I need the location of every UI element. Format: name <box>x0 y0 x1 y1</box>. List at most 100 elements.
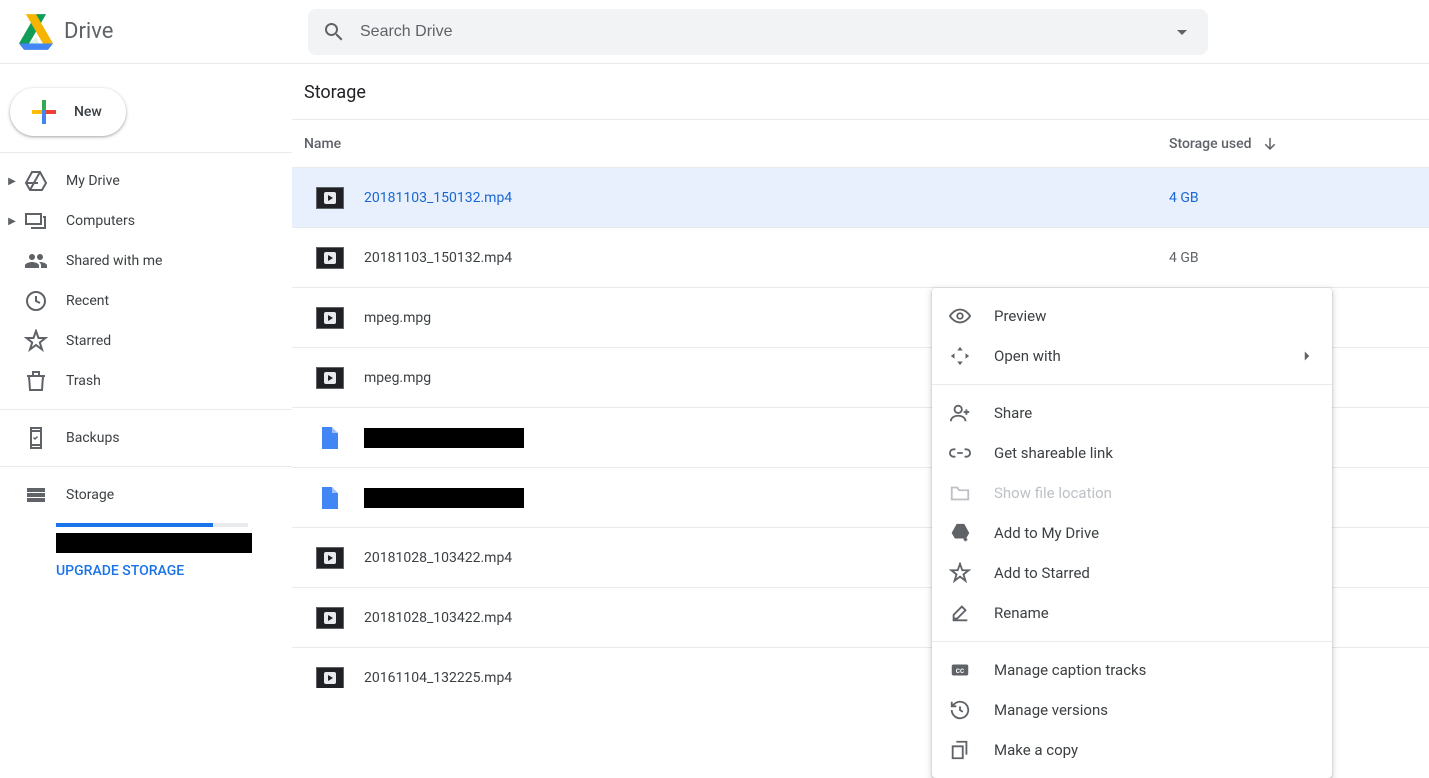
video-file-icon <box>316 307 344 329</box>
star-icon <box>24 329 48 353</box>
storage-icon <box>24 483 48 507</box>
context-menu-item-star[interactable]: Add to Starred <box>932 553 1332 593</box>
main-content: Storage Name Storage used 20181103_15013… <box>292 64 1429 725</box>
sidebar-item-computers[interactable]: ▶ Computers <box>0 201 292 241</box>
cc-icon: CC <box>948 658 972 682</box>
sidebar-item-star[interactable]: ▶Starred <box>0 321 292 361</box>
chevron-right-icon: ▶ <box>2 176 22 187</box>
shared-icon <box>24 249 48 273</box>
file-name-redacted <box>364 488 524 508</box>
svg-text:CC: CC <box>956 667 964 675</box>
context-menu-item-pencil[interactable]: Rename <box>932 593 1332 633</box>
header: Drive <box>0 0 1429 64</box>
video-file-icon <box>316 187 344 209</box>
drive-icon <box>24 169 48 193</box>
video-file-icon <box>316 367 344 389</box>
context-menu-item-link[interactable]: Get shareable link <box>932 433 1332 473</box>
file-name-redacted <box>364 428 524 448</box>
sidebar-item-drive[interactable]: ▶ My Drive <box>0 161 292 201</box>
sidebar-item-label: Starred <box>66 333 111 349</box>
upgrade-storage-link[interactable]: UPGRADE STORAGE <box>56 563 292 579</box>
sidebar-item-shared[interactable]: ▶Shared with me <box>0 241 292 281</box>
context-menu-label: Show file location <box>994 484 1316 502</box>
link-icon <box>948 441 972 465</box>
sidebar-item-trash[interactable]: ▶Trash <box>0 361 292 401</box>
search-bar[interactable] <box>308 9 1208 55</box>
context-menu-label: Manage versions <box>994 701 1316 719</box>
file-size: 4 GB <box>1169 250 1429 266</box>
sidebar-item-recent[interactable]: ▶Recent <box>0 281 292 321</box>
context-menu-label: Preview <box>994 307 1316 325</box>
sidebar-item-label: Shared with me <box>66 253 162 269</box>
context-menu-label: Share <box>994 404 1316 422</box>
context-menu-item-history[interactable]: Manage versions <box>932 690 1332 730</box>
context-menu: Preview Open with Share Get shareable link S… <box>932 288 1332 778</box>
document-file-icon <box>322 427 338 449</box>
plus-icon <box>26 94 62 130</box>
context-menu-divider <box>932 384 1332 385</box>
sidebar-item-backups[interactable]: Backups <box>0 418 292 458</box>
context-menu-label: Rename <box>994 604 1316 622</box>
context-menu-divider <box>932 641 1332 642</box>
copy-icon <box>948 738 972 762</box>
backups-icon <box>24 426 48 450</box>
pencil-icon <box>948 601 972 625</box>
context-menu-item-copy[interactable]: Make a copy <box>932 730 1332 770</box>
new-button-label: New <box>74 104 102 120</box>
video-file-icon <box>316 547 344 569</box>
column-name[interactable]: Name <box>304 136 1169 152</box>
storage-bar <box>56 523 248 527</box>
column-size[interactable]: Storage used <box>1169 135 1429 153</box>
context-menu-item-drive-add[interactable]: Add to My Drive <box>932 513 1332 553</box>
context-menu-label: Add to My Drive <box>994 524 1316 542</box>
file-name: 20181103_150132.mp4 <box>364 190 1169 206</box>
dropdown-icon[interactable] <box>1170 20 1194 44</box>
file-size: 4 GB <box>1169 190 1429 206</box>
context-menu-item-eye[interactable]: Preview <box>932 296 1332 336</box>
history-icon <box>948 698 972 722</box>
file-row[interactable]: 20181103_150132.mp44 GB <box>292 168 1429 228</box>
sidebar-item-label: Recent <box>66 293 109 309</box>
person-add-icon <box>948 401 972 425</box>
sidebar-item-label: My Drive <box>66 173 120 189</box>
drive-add-icon <box>948 521 972 545</box>
sort-arrow-down-icon <box>1261 135 1279 153</box>
context-menu-label: Add to Starred <box>994 564 1316 582</box>
drive-logo-icon <box>16 12 56 52</box>
video-file-icon <box>316 247 344 269</box>
context-menu-item-folder: Show file location <box>932 473 1332 513</box>
eye-icon <box>948 304 972 328</box>
file-name: 20181103_150132.mp4 <box>364 250 1169 266</box>
sidebar: New ▶ My Drive ▶ Computers ▶Shared with me▶R… <box>0 64 292 725</box>
context-menu-item-person-add[interactable]: Share <box>932 393 1332 433</box>
video-file-icon <box>316 667 344 689</box>
folder-icon <box>948 481 972 505</box>
recent-icon <box>24 289 48 313</box>
context-menu-label: Manage caption tracks <box>994 661 1316 679</box>
open-with-icon <box>948 344 972 368</box>
context-menu-item-open-with[interactable]: Open with <box>932 336 1332 376</box>
new-button[interactable]: New <box>10 88 126 136</box>
sidebar-item-storage[interactable]: Storage <box>0 475 292 515</box>
chevron-right-icon <box>1298 347 1316 365</box>
storage-usage-redacted <box>56 533 252 553</box>
logo[interactable]: Drive <box>16 12 308 52</box>
search-icon <box>322 20 346 44</box>
computers-icon <box>24 209 48 233</box>
context-menu-label: Get shareable link <box>994 444 1316 462</box>
star-icon <box>948 561 972 585</box>
sidebar-item-label: Trash <box>66 373 101 389</box>
search-input[interactable] <box>360 23 1170 41</box>
trash-icon <box>24 369 48 393</box>
context-menu-item-cc[interactable]: CC Manage caption tracks <box>932 650 1332 690</box>
file-row[interactable]: 20181103_150132.mp44 GB <box>292 228 1429 288</box>
context-menu-label: Make a copy <box>994 741 1316 759</box>
context-menu-label: Open with <box>994 347 1298 365</box>
chevron-right-icon: ▶ <box>2 216 22 227</box>
page-title: Storage <box>292 64 1429 119</box>
app-name: Drive <box>64 19 113 44</box>
sidebar-item-label: Computers <box>66 213 135 229</box>
video-file-icon <box>316 607 344 629</box>
document-file-icon <box>322 487 338 509</box>
table-header: Name Storage used <box>292 120 1429 168</box>
